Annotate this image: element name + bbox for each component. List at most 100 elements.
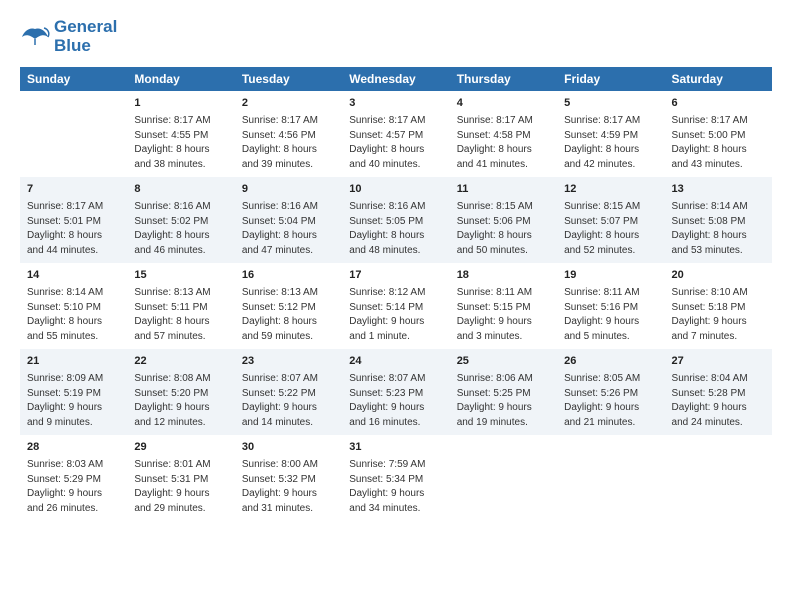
- week-row-1: 1 Sunrise: 8:17 AM Sunset: 4:55 PM Daylig…: [20, 91, 772, 177]
- day-number: 12: [564, 182, 657, 198]
- calendar-cell: [20, 91, 127, 177]
- calendar-cell: 30 Sunrise: 8:00 AM Sunset: 5:32 PM Dayli…: [235, 435, 342, 521]
- column-header-tuesday: Tuesday: [235, 67, 342, 91]
- day-number: 4: [457, 96, 550, 112]
- day-detail: Sunrise: 8:03 AM Sunset: 5:29 PM Dayligh…: [27, 458, 120, 516]
- week-row-5: 28 Sunrise: 8:03 AM Sunset: 5:29 PM Dayli…: [20, 435, 772, 521]
- calendar-cell: [557, 435, 664, 521]
- day-detail: Sunrise: 8:10 AM Sunset: 5:18 PM Dayligh…: [672, 286, 765, 344]
- calendar-cell: 16 Sunrise: 8:13 AM Sunset: 5:12 PM Dayli…: [235, 263, 342, 349]
- week-row-3: 14 Sunrise: 8:14 AM Sunset: 5:10 PM Dayli…: [20, 263, 772, 349]
- day-number: 13: [672, 182, 765, 198]
- day-number: 28: [27, 440, 120, 456]
- day-number: 19: [564, 268, 657, 284]
- calendar-cell: 10 Sunrise: 8:16 AM Sunset: 5:05 PM Dayli…: [342, 177, 449, 263]
- calendar-cell: [665, 435, 772, 521]
- calendar-cell: 11 Sunrise: 8:15 AM Sunset: 5:06 PM Dayli…: [450, 177, 557, 263]
- calendar-cell: 2 Sunrise: 8:17 AM Sunset: 4:56 PM Daylig…: [235, 91, 342, 177]
- day-detail: Sunrise: 8:17 AM Sunset: 4:57 PM Dayligh…: [349, 114, 442, 172]
- day-detail: Sunrise: 8:13 AM Sunset: 5:11 PM Dayligh…: [134, 286, 227, 344]
- calendar-cell: 29Sunrise: 8:01 AM Sunset: 5:31 PM Dayli…: [127, 435, 234, 521]
- day-detail: Sunrise: 7:59 AM Sunset: 5:34 PM Dayligh…: [349, 458, 442, 516]
- day-number: 10: [349, 182, 442, 198]
- calendar-cell: 13 Sunrise: 8:14 AM Sunset: 5:08 PM Dayli…: [665, 177, 772, 263]
- day-detail: Sunrise: 8:17 AM Sunset: 5:00 PM Dayligh…: [672, 114, 765, 172]
- calendar-cell: 21 Sunrise: 8:09 AM Sunset: 5:19 PM Dayli…: [20, 349, 127, 435]
- day-detail: Sunrise: 8:17 AM Sunset: 5:01 PM Dayligh…: [27, 200, 120, 258]
- logo-bird-icon: [20, 25, 50, 49]
- calendar-cell: 31 Sunrise: 7:59 AM Sunset: 5:34 PM Dayli…: [342, 435, 449, 521]
- calendar-cell: 28 Sunrise: 8:03 AM Sunset: 5:29 PM Dayli…: [20, 435, 127, 521]
- day-number: 9: [242, 182, 335, 198]
- day-number: 7: [27, 182, 120, 198]
- day-detail: Sunrise: 8:07 AM Sunset: 5:23 PM Dayligh…: [349, 372, 442, 430]
- calendar-cell: 20Sunrise: 8:10 AM Sunset: 5:18 PM Dayli…: [665, 263, 772, 349]
- day-number: 23: [242, 354, 335, 370]
- day-number: 2: [242, 96, 335, 112]
- day-detail: Sunrise: 8:11 AM Sunset: 5:15 PM Dayligh…: [457, 286, 550, 344]
- calendar-cell: 27Sunrise: 8:04 AM Sunset: 5:28 PM Dayli…: [665, 349, 772, 435]
- day-number: 1: [134, 96, 227, 112]
- day-number: 29: [134, 440, 227, 456]
- column-header-saturday: Saturday: [665, 67, 772, 91]
- day-detail: Sunrise: 8:05 AM Sunset: 5:26 PM Dayligh…: [564, 372, 657, 430]
- day-detail: Sunrise: 8:06 AM Sunset: 5:25 PM Dayligh…: [457, 372, 550, 430]
- page: General Blue SundayMondayTuesdayWednesda…: [0, 0, 792, 531]
- day-detail: Sunrise: 8:07 AM Sunset: 5:22 PM Dayligh…: [242, 372, 335, 430]
- day-number: 22: [134, 354, 227, 370]
- day-number: 31: [349, 440, 442, 456]
- day-detail: Sunrise: 8:17 AM Sunset: 4:55 PM Dayligh…: [134, 114, 227, 172]
- header: General Blue: [20, 18, 772, 55]
- day-detail: Sunrise: 8:16 AM Sunset: 5:04 PM Dayligh…: [242, 200, 335, 258]
- day-number: 17: [349, 268, 442, 284]
- day-number: 21: [27, 354, 120, 370]
- day-number: 16: [242, 268, 335, 284]
- day-detail: Sunrise: 8:17 AM Sunset: 4:56 PM Dayligh…: [242, 114, 335, 172]
- calendar-cell: 6Sunrise: 8:17 AM Sunset: 5:00 PM Daylig…: [665, 91, 772, 177]
- day-detail: Sunrise: 8:00 AM Sunset: 5:32 PM Dayligh…: [242, 458, 335, 516]
- calendar-cell: 3Sunrise: 8:17 AM Sunset: 4:57 PM Daylig…: [342, 91, 449, 177]
- logo-text: General Blue: [54, 18, 117, 55]
- week-row-4: 21 Sunrise: 8:09 AM Sunset: 5:19 PM Dayli…: [20, 349, 772, 435]
- day-number: 24: [349, 354, 442, 370]
- column-header-sunday: Sunday: [20, 67, 127, 91]
- day-detail: Sunrise: 8:11 AM Sunset: 5:16 PM Dayligh…: [564, 286, 657, 344]
- day-number: 25: [457, 354, 550, 370]
- day-detail: Sunrise: 8:15 AM Sunset: 5:06 PM Dayligh…: [457, 200, 550, 258]
- calendar-cell: 12 Sunrise: 8:15 AM Sunset: 5:07 PM Dayli…: [557, 177, 664, 263]
- column-header-thursday: Thursday: [450, 67, 557, 91]
- day-detail: Sunrise: 8:17 AM Sunset: 4:58 PM Dayligh…: [457, 114, 550, 172]
- day-number: 15: [134, 268, 227, 284]
- day-number: 11: [457, 182, 550, 198]
- calendar-cell: 9 Sunrise: 8:16 AM Sunset: 5:04 PM Daylig…: [235, 177, 342, 263]
- calendar-cell: 18Sunrise: 8:11 AM Sunset: 5:15 PM Dayli…: [450, 263, 557, 349]
- day-detail: Sunrise: 8:16 AM Sunset: 5:02 PM Dayligh…: [134, 200, 227, 258]
- calendar-cell: 26Sunrise: 8:05 AM Sunset: 5:26 PM Dayli…: [557, 349, 664, 435]
- day-detail: Sunrise: 8:09 AM Sunset: 5:19 PM Dayligh…: [27, 372, 120, 430]
- day-detail: Sunrise: 8:08 AM Sunset: 5:20 PM Dayligh…: [134, 372, 227, 430]
- day-detail: Sunrise: 8:15 AM Sunset: 5:07 PM Dayligh…: [564, 200, 657, 258]
- calendar-cell: 19 Sunrise: 8:11 AM Sunset: 5:16 PM Dayli…: [557, 263, 664, 349]
- day-number: 14: [27, 268, 120, 284]
- column-header-wednesday: Wednesday: [342, 67, 449, 91]
- day-detail: Sunrise: 8:13 AM Sunset: 5:12 PM Dayligh…: [242, 286, 335, 344]
- calendar-cell: 22 Sunrise: 8:08 AM Sunset: 5:20 PM Dayli…: [127, 349, 234, 435]
- day-detail: Sunrise: 8:17 AM Sunset: 4:59 PM Dayligh…: [564, 114, 657, 172]
- day-detail: Sunrise: 8:16 AM Sunset: 5:05 PM Dayligh…: [349, 200, 442, 258]
- day-number: 8: [134, 182, 227, 198]
- day-detail: Sunrise: 8:14 AM Sunset: 5:10 PM Dayligh…: [27, 286, 120, 344]
- calendar-cell: 1 Sunrise: 8:17 AM Sunset: 4:55 PM Daylig…: [127, 91, 234, 177]
- day-number: 30: [242, 440, 335, 456]
- calendar-cell: 17Sunrise: 8:12 AM Sunset: 5:14 PM Dayli…: [342, 263, 449, 349]
- column-headers: SundayMondayTuesdayWednesdayThursdayFrid…: [20, 67, 772, 91]
- calendar-cell: 23 Sunrise: 8:07 AM Sunset: 5:22 PM Dayli…: [235, 349, 342, 435]
- calendar-cell: 7 Sunrise: 8:17 AM Sunset: 5:01 PM Daylig…: [20, 177, 127, 263]
- day-detail: Sunrise: 8:14 AM Sunset: 5:08 PM Dayligh…: [672, 200, 765, 258]
- day-number: 27: [672, 354, 765, 370]
- calendar-table: SundayMondayTuesdayWednesdayThursdayFrid…: [20, 67, 772, 521]
- calendar-cell: 4 Sunrise: 8:17 AM Sunset: 4:58 PM Daylig…: [450, 91, 557, 177]
- calendar-cell: 15 Sunrise: 8:13 AM Sunset: 5:11 PM Dayli…: [127, 263, 234, 349]
- week-row-2: 7 Sunrise: 8:17 AM Sunset: 5:01 PM Daylig…: [20, 177, 772, 263]
- logo: General Blue: [20, 18, 117, 55]
- calendar-cell: [450, 435, 557, 521]
